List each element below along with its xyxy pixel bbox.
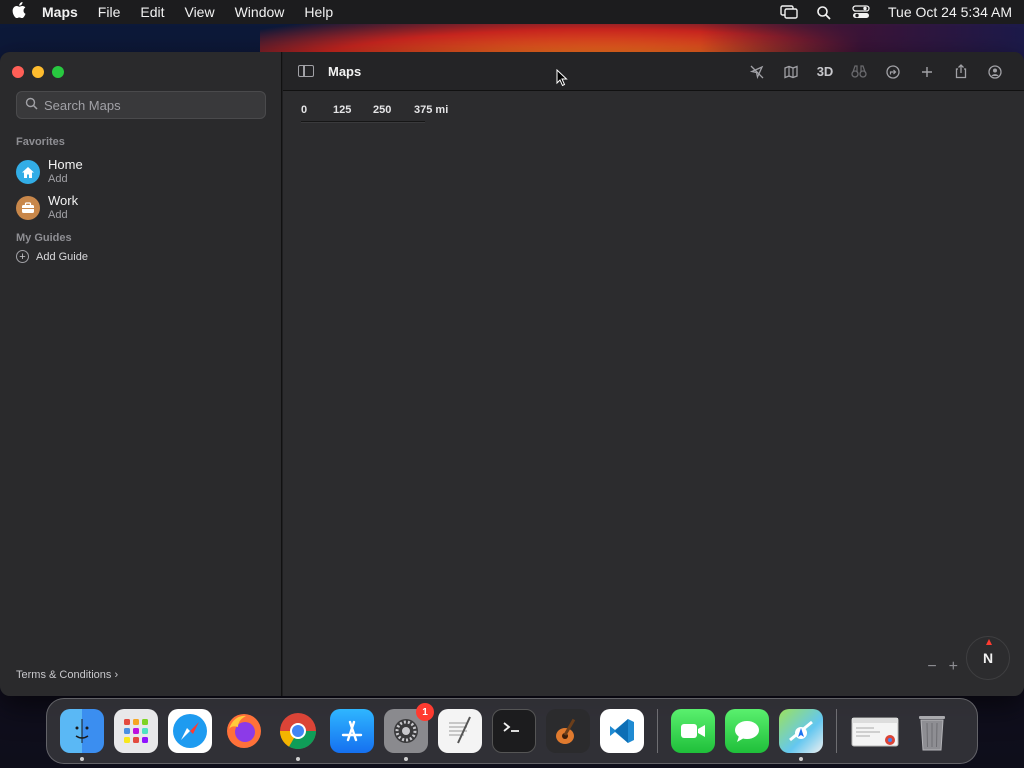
running-indicator (404, 757, 408, 761)
terms-and-conditions-link[interactable]: Terms & Conditions › (16, 669, 118, 681)
zoom-controls: − + (927, 658, 958, 676)
toolbar: Maps 3D (283, 52, 1024, 91)
favorite-work-name: Work (48, 193, 79, 208)
firefox-icon[interactable] (222, 709, 266, 753)
messages-icon[interactable] (725, 709, 769, 753)
scale-label: 0 (301, 104, 308, 116)
my-guides-heading: My Guides (16, 232, 72, 244)
favorites-heading: Favorites (16, 136, 65, 148)
scale-label: 375 mi (414, 104, 449, 116)
sidebar: Favorites Home Add Work Add My Guides + … (0, 52, 282, 696)
close-window-button[interactable] (12, 66, 24, 78)
compass-label: N (982, 650, 994, 666)
maps-icon[interactable] (779, 709, 823, 761)
apple-menu-icon[interactable] (12, 2, 42, 22)
running-indicator (80, 757, 84, 761)
trash-icon[interactable] (910, 709, 954, 753)
menu-window[interactable]: Window (235, 4, 285, 20)
briefcase-icon (16, 196, 40, 220)
route-icon[interactable] (876, 64, 910, 79)
map-view[interactable]: Maps 3D 0 125 250 375 mi − + N (283, 52, 1024, 696)
vscode-icon[interactable] (600, 709, 644, 753)
location-arrow-icon[interactable] (740, 65, 774, 79)
spotlight-search-icon[interactable] (816, 5, 834, 20)
terms-label: Terms & Conditions (16, 669, 112, 681)
menu-view[interactable]: View (184, 4, 214, 20)
chrome-window-icon[interactable] (850, 709, 900, 753)
favorite-home[interactable]: Home Add (16, 158, 83, 186)
finder-icon[interactable] (60, 709, 104, 761)
compass-needle-icon (986, 639, 992, 645)
dock-separator (836, 709, 837, 753)
menu-help[interactable]: Help (304, 4, 333, 20)
scale-label: 250 (373, 104, 392, 116)
favorite-home-name: Home (48, 157, 83, 172)
traffic-lights (12, 66, 64, 78)
house-icon (16, 160, 40, 184)
plus-icon[interactable] (910, 66, 944, 78)
menu-edit[interactable]: Edit (140, 4, 164, 20)
dock: 1 (46, 698, 978, 764)
dock-separator (657, 709, 658, 753)
account-icon[interactable] (978, 64, 1012, 79)
running-indicator (296, 757, 300, 761)
menu-bar-clock[interactable]: Tue Oct 24 5:34 AM (888, 4, 1012, 20)
menu-file[interactable]: File (98, 4, 121, 20)
textedit-icon[interactable] (438, 709, 482, 753)
mouse-cursor-icon (556, 68, 568, 90)
plus-circle-icon: + (16, 250, 29, 263)
chevron-right-icon: › (114, 669, 119, 681)
add-guide-button[interactable]: + Add Guide (16, 250, 88, 263)
launchpad-icon[interactable] (114, 709, 158, 753)
map-icon[interactable] (774, 65, 808, 79)
zoom-window-button[interactable] (52, 66, 64, 78)
toolbar-icons: 3D (740, 52, 1012, 91)
zoom-out-button[interactable]: − (927, 658, 936, 676)
menu-bar: Maps File Edit View Window Help Tue Oct … (0, 0, 1024, 24)
search-icon (25, 97, 38, 113)
menu-app-name[interactable]: Maps (42, 4, 78, 20)
terminal-icon[interactable] (492, 709, 536, 753)
window-title: Maps (328, 63, 362, 79)
sidebar-toggle-icon[interactable] (298, 65, 314, 77)
control-center-icon[interactable] (852, 5, 870, 19)
system-settings-icon[interactable]: 1 (384, 703, 434, 761)
screen-mirroring-icon[interactable] (780, 5, 798, 19)
app-store-icon[interactable] (330, 709, 374, 753)
chrome-icon[interactable] (276, 709, 320, 761)
minimize-window-button[interactable] (32, 66, 44, 78)
garageband-icon[interactable] (546, 709, 590, 753)
binoculars-icon[interactable] (842, 65, 876, 78)
3d-button[interactable]: 3D (808, 64, 842, 79)
notification-badge: 1 (416, 703, 434, 721)
search-input[interactable] (44, 97, 254, 113)
maps-window: Favorites Home Add Work Add My Guides + … (0, 52, 1024, 696)
favorite-home-action: Add (48, 173, 68, 185)
scale-bar (301, 121, 425, 123)
scale-label: 125 (333, 104, 352, 116)
facetime-icon[interactable] (671, 709, 715, 753)
favorite-work-action: Add (48, 209, 68, 221)
zoom-in-button[interactable]: + (949, 658, 958, 676)
compass[interactable]: N (966, 636, 1010, 680)
running-indicator (799, 757, 803, 761)
add-guide-label: Add Guide (36, 250, 88, 263)
share-icon[interactable] (944, 64, 978, 79)
safari-icon[interactable] (168, 709, 212, 753)
favorite-work[interactable]: Work Add (16, 194, 78, 222)
search-field[interactable] (16, 91, 266, 119)
